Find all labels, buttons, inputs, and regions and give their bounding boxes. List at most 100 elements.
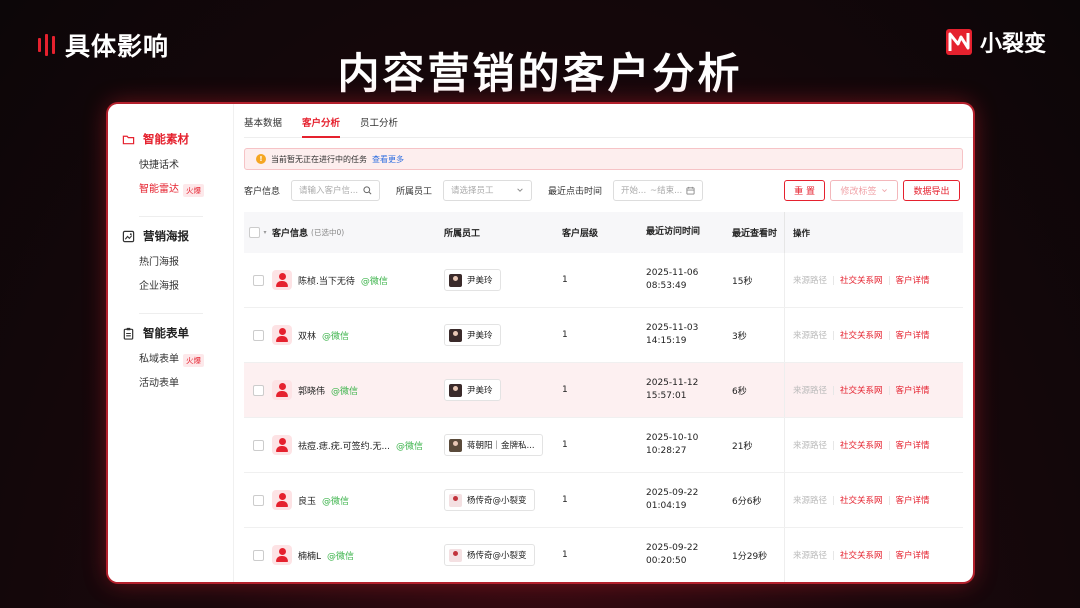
chevron-down-icon	[881, 188, 887, 192]
channel-label: @微信	[360, 276, 388, 287]
employee-avatar	[449, 328, 462, 342]
edit-tags-button[interactable]: 修改标签	[830, 179, 899, 201]
social-network-link[interactable]: 社交关系网	[840, 439, 883, 451]
col-level: 客户层级	[562, 229, 599, 239]
reset-button[interactable]: 重 置	[784, 179, 826, 201]
source-path-link[interactable]: 来源路径	[793, 494, 827, 506]
employee-avatar	[449, 548, 462, 562]
col-employee: 所属员工	[444, 229, 481, 239]
tab-employee-analysis[interactable]: 员工分析	[360, 115, 398, 137]
divider	[888, 495, 890, 505]
row-checkbox[interactable]	[252, 494, 264, 506]
row-checkbox[interactable]	[252, 384, 264, 396]
table-row: 双林 @微信 尹美玲 1 2025-11-03 14:15:19 3秒 来源路径 社交…	[244, 308, 963, 363]
sidebar-item-quick-words[interactable]: 快捷话术	[108, 154, 233, 178]
divider	[888, 385, 890, 395]
customer-table: ▾ 客户信息 (已选中0) 所属员工 客户层级 最近访问时间 最近查看时 操作 …	[244, 212, 963, 582]
main-content: 基本数据 客户分析 员工分析 ! 当前暂无正在进行中的任务 查看更多 客户信息 …	[244, 104, 973, 582]
sidebar-item-event-forms[interactable]: 活动表单	[108, 372, 233, 396]
customer-name: 祛痘.痣.疣.可签约.无...	[298, 441, 391, 452]
social-network-link[interactable]: 社交关系网	[840, 494, 883, 506]
table-header: ▾ 客户信息 (已选中0) 所属员工 客户层级 最近访问时间 最近查看时 操作	[244, 212, 963, 253]
sidebar-head-materials[interactable]: 智能素材	[108, 124, 233, 154]
visit-date: 2025-11-12	[646, 378, 699, 388]
table-row: 郭晓伟 @微信 尹美玲 1 2025-11-12 15:57:01 6秒 来源路径 社…	[244, 363, 963, 418]
selected-count: (已选中0)	[311, 228, 345, 237]
export-button[interactable]: 数据导出	[903, 179, 961, 201]
sidebar-item-private-forms[interactable]: 私域表单 火爆	[108, 348, 233, 372]
avatar	[272, 435, 292, 455]
sidebar-item-label: 智能雷达	[139, 184, 179, 195]
employee-name: 杨传奇@小裂变	[467, 551, 527, 561]
hot-badge: 火爆	[183, 183, 204, 197]
tab-basic-data[interactable]: 基本数据	[244, 115, 282, 137]
sidebar-item-hot-posters[interactable]: 热门海报	[108, 251, 233, 275]
sidebar-group-posters: 营销海报 热门海报 企业海报	[108, 221, 233, 307]
source-path-link[interactable]: 来源路径	[793, 329, 827, 341]
col-ops: 操作	[784, 212, 963, 253]
source-path-link[interactable]: 来源路径	[793, 384, 827, 396]
level-value: 1	[562, 550, 568, 560]
select-all-checkbox[interactable]	[249, 227, 261, 238]
customer-detail-link[interactable]: 客户详情	[896, 274, 930, 286]
view-duration: 21秒	[732, 441, 753, 452]
customer-detail-link[interactable]: 客户详情	[896, 494, 930, 506]
row-checkbox[interactable]	[252, 549, 264, 561]
social-network-link[interactable]: 社交关系网	[840, 274, 883, 286]
customer-detail-link[interactable]: 客户详情	[896, 439, 930, 451]
filter-bar: 客户信息 请输入客户信... 所属员工 请选择员工 最近点击时间 开始... ~…	[244, 179, 973, 201]
customer-search-input[interactable]: 请输入客户信...	[291, 179, 381, 201]
visit-date: 2025-11-06	[646, 268, 699, 278]
row-checkbox[interactable]	[252, 439, 264, 451]
customer-search-placeholder: 请输入客户信...	[299, 186, 359, 196]
visit-date: 2025-09-22	[646, 488, 699, 498]
sidebar-item-radar[interactable]: 智能雷达 火爆	[108, 178, 233, 202]
social-network-link[interactable]: 社交关系网	[840, 329, 883, 341]
visit-time: 00:20:50	[646, 556, 687, 566]
source-path-link[interactable]: 来源路径	[793, 439, 827, 451]
search-icon	[363, 185, 372, 194]
view-duration: 15秒	[732, 276, 753, 287]
date-range-picker[interactable]: 开始... ~结束...	[613, 179, 704, 201]
view-more-link[interactable]: 查看更多	[372, 154, 404, 165]
employee-tag: 尹美玲	[444, 269, 501, 291]
row-checkbox[interactable]	[252, 329, 264, 341]
table-row: 祛痘.痣.疣.可签约.无... @微信 蒋朝阳｜金牌私... 1 2025-10-…	[244, 418, 963, 473]
level-value: 1	[562, 275, 568, 285]
divider	[833, 275, 835, 285]
source-path-link[interactable]: 来源路径	[793, 549, 827, 561]
customer-detail-link[interactable]: 客户详情	[896, 549, 930, 561]
channel-label: @微信	[322, 331, 350, 342]
view-duration: 1分29秒	[732, 551, 768, 562]
employee-select[interactable]: 请选择员工	[443, 179, 533, 201]
table-row: 良玉 @微信 杨传奇@小裂变 1 2025-09-22 01:04:19 6分6秒 …	[244, 473, 963, 528]
social-network-link[interactable]: 社交关系网	[840, 384, 883, 396]
visit-date: 2025-11-03	[646, 323, 699, 333]
row-checkbox[interactable]	[252, 274, 264, 286]
avatar	[272, 490, 292, 510]
employee-name: 蒋朝阳｜金牌私...	[467, 441, 535, 451]
tab-bar: 基本数据 客户分析 员工分析	[244, 104, 973, 138]
tab-customer-analysis[interactable]: 客户分析	[302, 115, 341, 138]
level-value: 1	[562, 495, 568, 505]
avatar	[272, 270, 292, 290]
date-start-placeholder: 开始...	[621, 186, 647, 196]
source-path-link[interactable]: 来源路径	[793, 274, 827, 286]
caret-down-icon[interactable]: ▾	[263, 229, 266, 236]
sidebar-head-posters[interactable]: 营销海报	[108, 221, 233, 251]
employee-tag: 杨传奇@小裂变	[444, 544, 535, 566]
visit-time: 14:15:19	[646, 336, 687, 346]
social-network-link[interactable]: 社交关系网	[840, 549, 883, 561]
visit-date: 2025-09-22	[646, 543, 699, 553]
folder-icon	[122, 135, 135, 144]
warning-icon: !	[256, 154, 266, 164]
sidebar-head-label: 智能素材	[143, 132, 189, 146]
sidebar-head-label: 智能表单	[143, 326, 189, 340]
sidebar-item-company-posters[interactable]: 企业海报	[108, 275, 233, 299]
employee-avatar	[449, 273, 462, 287]
customer-detail-link[interactable]: 客户详情	[896, 329, 930, 341]
divider	[139, 216, 203, 217]
visit-time: 10:28:27	[646, 446, 687, 456]
sidebar-head-forms[interactable]: 智能表单	[108, 318, 233, 348]
customer-detail-link[interactable]: 客户详情	[896, 384, 930, 396]
